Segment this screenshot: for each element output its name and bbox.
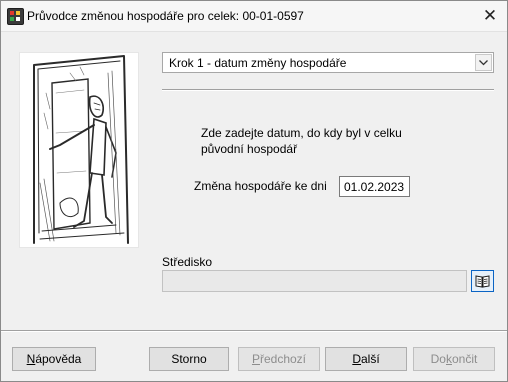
title-bar: Průvodce změnou hospodáře pro celek: 00-… xyxy=(1,1,507,32)
header-divider xyxy=(162,89,494,91)
date-change-label: Změna hospodáře ke dni xyxy=(194,179,327,193)
previous-button-mnemonic: P xyxy=(251,352,260,366)
next-button[interactable]: Další xyxy=(325,347,407,371)
finish-button[interactable]: Dokončit xyxy=(413,347,495,371)
window-title: Průvodce změnou hospodáře pro celek: 00-… xyxy=(27,9,304,23)
next-button-mnemonic: D xyxy=(352,352,361,366)
stredisko-lookup-button[interactable] xyxy=(471,270,494,292)
previous-button-label: ředchozí xyxy=(259,352,307,366)
finish-button-label-start: Do xyxy=(430,352,446,366)
book-icon xyxy=(475,275,490,288)
application-grid-icon xyxy=(7,8,24,25)
close-button[interactable]: ✕ xyxy=(481,7,499,24)
close-icon: ✕ xyxy=(482,6,498,25)
wizard-window: Průvodce změnou hospodáře pro celek: 00-… xyxy=(0,0,508,382)
cancel-button-label: Storno xyxy=(171,352,207,366)
cancel-button[interactable]: Storno xyxy=(149,347,229,371)
help-button[interactable]: Nápověda xyxy=(12,347,96,371)
footer-divider xyxy=(1,330,507,332)
wizard-body: Krok 1 - datum změny hospodáře Zde zadej… xyxy=(1,32,507,381)
step-select-dropdown-button[interactable] xyxy=(475,54,492,71)
chevron-down-icon xyxy=(479,60,488,66)
sketch-drawing xyxy=(33,55,129,244)
stredisko-field[interactable] xyxy=(162,270,467,292)
date-change-input[interactable] xyxy=(339,176,410,197)
stredisko-label: Středisko xyxy=(162,255,213,269)
finish-button-label-end: ončit xyxy=(451,352,478,366)
step-select[interactable]: Krok 1 - datum změny hospodáře xyxy=(162,52,494,73)
wizard-illustration xyxy=(19,52,139,248)
help-button-label: ápověda xyxy=(35,352,82,366)
instruction-text: Zde zadejte datum, do kdy byl v celku pů… xyxy=(201,126,402,156)
help-button-mnemonic: N xyxy=(26,352,36,366)
step-select-value: Krok 1 - datum změny hospodáře xyxy=(169,56,347,70)
previous-button[interactable]: Předchozí xyxy=(238,347,320,371)
next-button-label: alší xyxy=(360,352,380,366)
